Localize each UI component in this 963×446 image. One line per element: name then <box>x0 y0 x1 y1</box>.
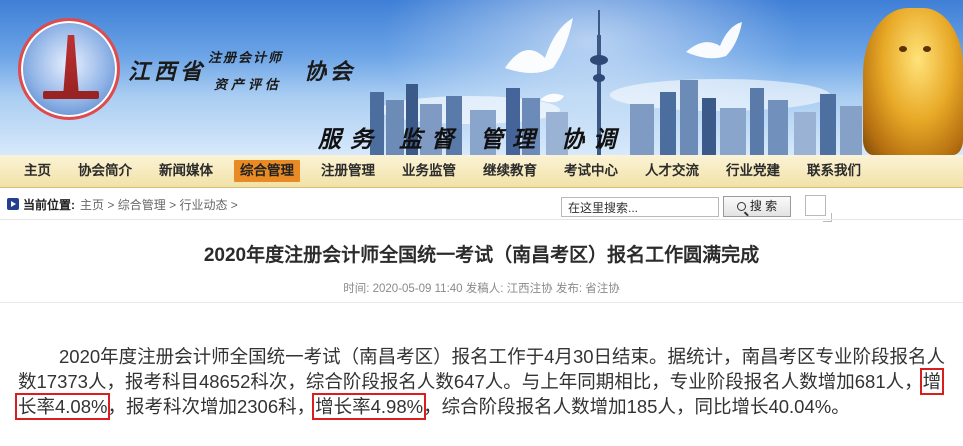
nav-item-supervision[interactable]: 业务监管 <box>396 160 462 182</box>
nav-item-home[interactable]: 主页 <box>18 160 57 182</box>
breadcrumb: 主页 > 综合管理 > 行业动态 > <box>80 198 238 212</box>
search-icon <box>736 202 746 211</box>
association-name-right: 协会 <box>304 59 357 85</box>
nav-item-registration[interactable]: 注册管理 <box>315 160 381 182</box>
nav-item-news[interactable]: 新闻媒体 <box>153 160 219 182</box>
association-name-left: 江西省 <box>128 59 207 85</box>
highlight-growth-rate-2: 增长率4.98% <box>312 393 427 420</box>
nav-item-education[interactable]: 继续教育 <box>477 160 543 182</box>
location-bar: 当前位置: 主页 > 综合管理 > 行业动态 > 搜 索 <box>0 189 963 222</box>
nav-item-about[interactable]: 协会简介 <box>72 160 138 182</box>
logo-tower-icon <box>63 35 79 97</box>
main-nav: 主页 协会简介 新闻媒体 综合管理 注册管理 业务监管 继续教育 考试中心 人才… <box>0 155 963 188</box>
article-meta: 时间: 2020-05-09 11:40 发稿人: 江西注协 发布: 省注协 <box>343 283 620 295</box>
breadcrumb-general-management[interactable]: 综合管理 <box>118 198 166 212</box>
article-body: 2020年度注册会计师全国统一考试（南昌考区）报名工作于4月30日结束。据统计，… <box>14 346 946 420</box>
breadcrumb-home[interactable]: 主页 <box>80 198 104 212</box>
location-arrow-icon <box>7 198 19 210</box>
search-button[interactable]: 搜 索 <box>723 196 791 217</box>
breadcrumb-industry-news[interactable]: 行业动态 <box>179 198 227 212</box>
association-logo <box>18 18 120 120</box>
nav-item-contact[interactable]: 联系我们 <box>801 160 867 182</box>
location-label: 当前位置: <box>23 198 75 212</box>
banner-slogan: 服务 监督 管理 协调 <box>318 126 626 153</box>
nav-item-general-management[interactable]: 综合管理 <box>234 160 300 182</box>
extra-box-icon[interactable] <box>805 195 832 222</box>
search-input[interactable] <box>561 197 719 217</box>
nav-item-talent[interactable]: 人才交流 <box>639 160 705 182</box>
association-name-sub2: 资产评估 <box>214 78 283 93</box>
search-button-label: 搜 索 <box>749 199 778 213</box>
article-title: 2020年度注册会计师全国统一考试（南昌考区）报名工作圆满完成 <box>203 245 760 266</box>
header-banner: 江西省 注册会计师 资产评估 协会 服务 监督 管理 协调 <box>0 0 963 155</box>
association-name-sub1: 注册会计师 <box>208 51 284 66</box>
nav-item-exam-center[interactable]: 考试中心 <box>558 160 624 182</box>
lion-statue-image <box>863 8 963 155</box>
nav-item-party[interactable]: 行业党建 <box>720 160 786 182</box>
